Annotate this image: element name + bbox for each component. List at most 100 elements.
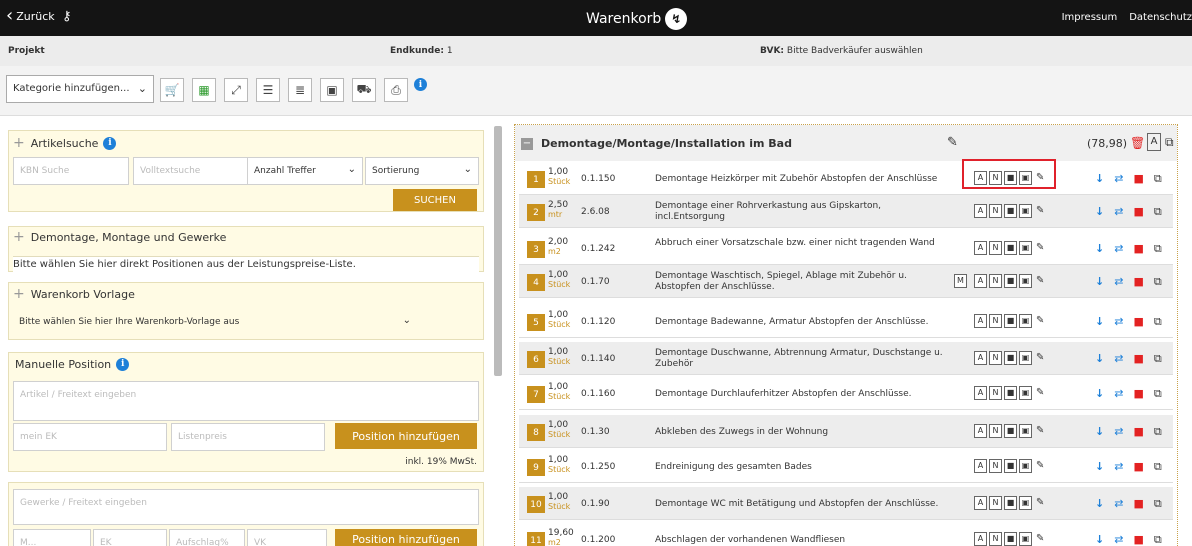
gewerke-textarea[interactable]: Gewerke / Freitext eingeben	[13, 489, 479, 525]
unlock-icon[interactable]: ▣	[1019, 386, 1032, 400]
lock-icon[interactable]: ■	[1004, 274, 1017, 288]
n-button[interactable]: N	[989, 241, 1002, 255]
lock-icon[interactable]: ■	[1004, 241, 1017, 255]
lock-icon[interactable]: ■	[1004, 314, 1017, 328]
trash-icon[interactable]: ■	[1133, 242, 1143, 256]
copy-icon[interactable]: ⧉	[1154, 315, 1162, 329]
anzahl-treffer-select[interactable]: Anzahl Treffer ⌄	[247, 157, 363, 185]
cart-icon[interactable]: 🛒	[160, 78, 184, 102]
move-icon[interactable]: ⇄	[1114, 172, 1123, 186]
move-icon[interactable]: ⇄	[1114, 497, 1123, 511]
volltext-search-input[interactable]: Volltextsuche	[133, 157, 249, 185]
a-button[interactable]: A	[974, 241, 987, 255]
move-icon[interactable]: ⇄	[1114, 275, 1123, 289]
lock-icon[interactable]: ■	[1004, 386, 1017, 400]
copy-icon[interactable]: ⧉	[1154, 352, 1162, 366]
trash-icon[interactable]: ■	[1133, 425, 1143, 439]
arrow-down-icon[interactable]: ↓	[1095, 425, 1104, 439]
n-button[interactable]: N	[989, 274, 1002, 288]
n-button[interactable]: N	[989, 496, 1002, 510]
unlock-icon[interactable]: ▣	[1019, 424, 1032, 438]
vorlage-select[interactable]: Bitte wählen Sie hier Ihre Warenkorb-Vor…	[13, 309, 417, 337]
back-button[interactable]: ‹ Zurück	[6, 7, 55, 25]
pencil-icon[interactable]: ✎	[1036, 351, 1044, 365]
n-button[interactable]: N	[989, 532, 1002, 546]
trash-icon[interactable]: ■	[1133, 533, 1143, 546]
unlock-icon[interactable]: ▣	[1019, 532, 1032, 546]
copy-icon[interactable]: ⧉	[1165, 135, 1174, 150]
info-icon[interactable]: i	[414, 78, 427, 91]
unlock-icon[interactable]: ▣	[1019, 459, 1032, 473]
unlock-icon[interactable]: ▣	[1019, 204, 1032, 218]
save-icon[interactable]: ⎙	[384, 78, 408, 102]
copy-icon[interactable]: ⧉	[1154, 425, 1162, 439]
move-icon[interactable]: ⇄	[1114, 533, 1123, 546]
copy-icon[interactable]: ⧉	[1154, 497, 1162, 511]
a-button[interactable]: A	[974, 386, 987, 400]
artikel-textarea[interactable]: Artikel / Freitext eingeben	[13, 381, 479, 421]
move-icon[interactable]: ⇄	[1114, 387, 1123, 401]
pencil-icon[interactable]: ✎	[1036, 386, 1044, 400]
menge-input[interactable]: M...	[13, 529, 91, 546]
key-icon[interactable]: ⚷	[62, 9, 72, 24]
trash-icon[interactable]: ■	[1133, 387, 1143, 401]
move-icon[interactable]: ⇄	[1114, 242, 1123, 256]
a-button[interactable]: A	[974, 532, 987, 546]
arrow-down-icon[interactable]: ↓	[1095, 205, 1104, 219]
lock-icon[interactable]: ■	[1004, 459, 1017, 473]
copy-icon[interactable]: ⧉	[1154, 172, 1162, 186]
datenschutz-link[interactable]: Datenschutz	[1129, 12, 1192, 23]
move-icon[interactable]: ⇄	[1114, 315, 1123, 329]
lock-icon[interactable]: ■	[1004, 532, 1017, 546]
pencil-icon[interactable]: ✎	[1036, 459, 1044, 473]
add-position-button-2[interactable]: Position hinzufügen	[335, 529, 477, 546]
arrow-down-icon[interactable]: ↓	[1095, 352, 1104, 366]
search-button[interactable]: SUCHEN	[393, 189, 477, 211]
pencil-icon[interactable]: ✎	[1036, 496, 1044, 510]
image-icon[interactable]: ▣	[320, 78, 344, 102]
ek-input[interactable]: mein EK	[13, 423, 167, 451]
n-button[interactable]: N	[989, 204, 1002, 218]
unlock-icon[interactable]: ▣	[1019, 351, 1032, 365]
pencil-icon[interactable]: ✎	[1036, 241, 1044, 255]
list-icon[interactable]: ☰	[256, 78, 280, 102]
a-button[interactable]: A	[974, 459, 987, 473]
impressum-link[interactable]: Impressum	[1062, 12, 1118, 23]
ek2-input[interactable]: EK	[93, 529, 167, 546]
lock-icon[interactable]: ■	[1004, 496, 1017, 510]
info-icon[interactable]: i	[116, 357, 130, 371]
a-button[interactable]: A	[974, 314, 987, 328]
cart-star-icon[interactable]: ⛟	[352, 78, 376, 102]
unlock-icon[interactable]: ▣	[1019, 274, 1032, 288]
n-button[interactable]: N	[989, 424, 1002, 438]
aufschlag-input[interactable]: Aufschlag%	[169, 529, 245, 546]
pencil-icon[interactable]: ✎	[1036, 204, 1044, 218]
listenpreis-input[interactable]: Listenpreis	[171, 423, 325, 451]
lock-icon[interactable]: ■	[1004, 351, 1017, 365]
lock-icon[interactable]: ■	[1004, 424, 1017, 438]
copy-icon[interactable]: ⧉	[1154, 205, 1162, 219]
vk-input[interactable]: VK	[247, 529, 327, 546]
trash-icon[interactable]: ■	[1133, 352, 1143, 366]
arrow-down-icon[interactable]: ↓	[1095, 315, 1104, 329]
a-button[interactable]: A	[974, 204, 987, 218]
trash-icon[interactable]: ■	[1133, 460, 1143, 474]
n-button[interactable]: N	[989, 314, 1002, 328]
a-button[interactable]: A	[974, 274, 987, 288]
arrow-down-icon[interactable]: ↓	[1095, 172, 1104, 186]
pencil-icon[interactable]: ✎	[1036, 274, 1044, 288]
trash-icon[interactable]: 🗑	[1130, 136, 1145, 150]
trash-icon[interactable]: ■	[1133, 275, 1143, 289]
trash-icon[interactable]: ■	[1133, 172, 1143, 186]
plus-icon[interactable]: +	[13, 286, 25, 302]
move-icon[interactable]: ⇄	[1114, 352, 1123, 366]
n-button[interactable]: N	[989, 386, 1002, 400]
add-position-button[interactable]: Position hinzufügen	[335, 423, 477, 449]
m-button[interactable]: M	[954, 274, 967, 288]
a-button[interactable]: A	[974, 496, 987, 510]
copy-icon[interactable]: ⧉	[1154, 460, 1162, 474]
trash-icon[interactable]: ■	[1133, 315, 1143, 329]
arrow-down-icon[interactable]: ↓	[1095, 275, 1104, 289]
arrow-down-icon[interactable]: ↓	[1095, 533, 1104, 546]
move-icon[interactable]: ⇄	[1114, 425, 1123, 439]
